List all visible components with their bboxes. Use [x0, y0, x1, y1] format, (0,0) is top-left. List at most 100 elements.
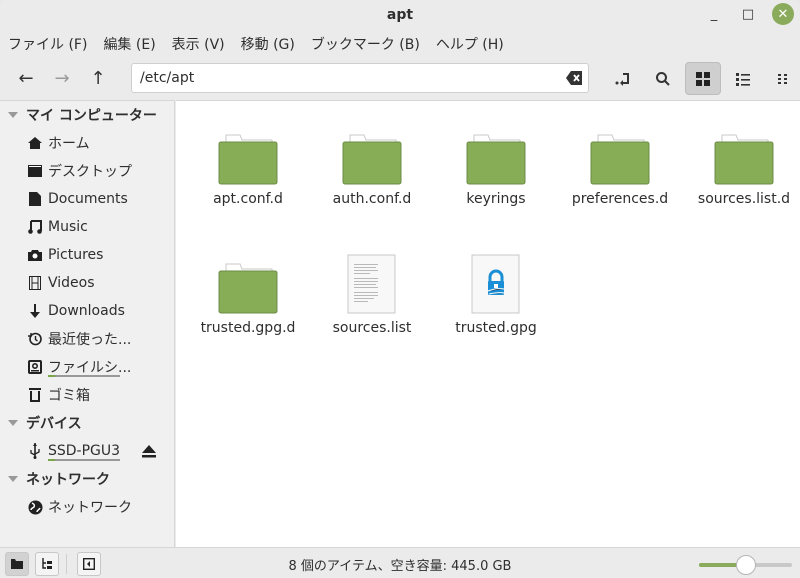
folder-icon	[714, 134, 774, 185]
sidebar-item-label: Downloads	[48, 303, 125, 319]
menu-file[interactable]: ファイル (F)	[8, 34, 93, 54]
section-my-computer[interactable]: マイ コンピューター	[0, 101, 174, 129]
file-item[interactable]: sources.list.d	[689, 123, 799, 207]
sidebar-item-label: Pictures	[48, 247, 104, 263]
compact-view-icon	[778, 73, 787, 84]
sidebar-item-label: Documents	[48, 191, 128, 207]
file-name: sources.list.d	[697, 191, 791, 207]
sidebar-item-label: ファイルシ...	[48, 360, 132, 376]
expander-icon	[8, 476, 18, 482]
file-name: preferences.d	[571, 191, 669, 207]
file-name: sources.list	[332, 320, 412, 336]
sidebar-item-filesystem[interactable]: ファイルシ...	[0, 353, 174, 381]
list-view-button[interactable]	[725, 62, 761, 95]
location-bar[interactable]: /etc/apt	[131, 63, 589, 93]
menu-help[interactable]: ヘルプ (H)	[436, 34, 510, 54]
sidebar-item-label: デスクトップ	[48, 164, 132, 180]
sidebar-item-label: ホーム	[48, 136, 90, 152]
file-item[interactable]: keyrings	[441, 123, 551, 207]
document-icon	[27, 191, 43, 207]
sidebar-item-pictures[interactable]: Pictures	[0, 241, 174, 269]
file-manager-window: apt _ □ ✕ ファイル (F) 編集 (E) 表示 (V) 移動 (G) …	[0, 0, 800, 578]
file-view: apt.conf.d auth.conf.d keyrings preferences…	[176, 100, 800, 547]
gpg-key-icon	[471, 254, 520, 314]
menu-go[interactable]: 移動 (G)	[241, 34, 301, 54]
sidebar-item-network[interactable]: ネットワーク	[0, 493, 174, 521]
grid-view-icon	[696, 71, 710, 86]
icon-view-button[interactable]	[685, 62, 721, 95]
section-network[interactable]: ネットワーク	[0, 465, 174, 493]
compact-view-button[interactable]	[765, 62, 800, 95]
menu-bookmarks[interactable]: ブックマーク (B)	[311, 34, 426, 54]
expander-icon	[8, 420, 18, 426]
file-name: auth.conf.d	[332, 191, 412, 207]
sidebar-item-downloads[interactable]: Downloads	[0, 297, 174, 325]
network-icon	[27, 499, 43, 515]
file-item[interactable]: trusted.gpg.d	[193, 252, 303, 336]
window-title: apt	[386, 7, 414, 23]
film-icon	[27, 275, 43, 291]
section-label: デバイス	[26, 416, 82, 432]
forward-button[interactable]: →	[44, 62, 80, 94]
folder-icon	[218, 134, 278, 185]
sidebar-item-label: ネットワーク	[48, 500, 132, 516]
usb-icon	[27, 443, 43, 459]
disk-usage-bar	[48, 459, 120, 461]
file-name: trusted.gpg.d	[200, 320, 296, 336]
clear-location-icon[interactable]	[566, 71, 582, 85]
location-toggle-icon	[615, 72, 629, 86]
folder-icon	[342, 134, 402, 185]
disk-usage-bar	[48, 375, 120, 377]
file-name: apt.conf.d	[213, 191, 283, 207]
file-item[interactable]: sources.list	[317, 252, 427, 336]
sidebar-item-documents[interactable]: Documents	[0, 185, 174, 213]
menubar: ファイル (F) 編集 (E) 表示 (V) 移動 (G) ブックマーク (B)…	[0, 30, 800, 58]
sidebar-item-music[interactable]: Music	[0, 213, 174, 241]
sidebar-item-recent[interactable]: 最近使った...	[0, 325, 174, 353]
file-item[interactable]: preferences.d	[565, 123, 675, 207]
sidebar-item-label: 最近使った...	[48, 332, 132, 348]
folder-icon	[466, 134, 526, 185]
file-item[interactable]: apt.conf.d	[193, 123, 303, 207]
file-name: keyrings	[466, 191, 526, 207]
up-button[interactable]: ↑	[80, 62, 116, 94]
status-text: 8 個のアイテム、空き容量: 445.0 GB	[288, 559, 512, 574]
statusbar: 8 個のアイテム、空き容量: 445.0 GB	[0, 547, 800, 578]
menu-edit[interactable]: 編集 (E)	[103, 34, 161, 54]
eject-icon[interactable]	[141, 444, 157, 458]
maximize-button[interactable]: □	[738, 3, 758, 25]
sidebar-item-label: Music	[48, 219, 88, 235]
section-label: マイ コンピューター	[26, 108, 157, 124]
sidebar-item-label: SSD-PGU3	[48, 443, 121, 459]
text-file-icon	[347, 254, 396, 314]
folder-icon	[590, 134, 650, 185]
close-button[interactable]: ✕	[772, 3, 794, 25]
section-label: ネットワーク	[26, 472, 110, 488]
sidebar-item-trash[interactable]: ゴミ箱	[0, 381, 174, 409]
list-view-icon	[736, 72, 750, 86]
sidebar-item-label: ゴミ箱	[48, 388, 90, 404]
sidebar-item-home[interactable]: ホーム	[0, 129, 174, 157]
drive-icon	[27, 359, 43, 375]
sidebar-item-desktop[interactable]: デスクトップ	[0, 157, 174, 185]
file-name: trusted.gpg	[455, 320, 537, 336]
camera-icon	[27, 247, 43, 263]
home-icon	[27, 135, 43, 151]
sidebar-item-videos[interactable]: Videos	[0, 269, 174, 297]
titlebar: apt _ □ ✕	[0, 0, 800, 30]
file-item[interactable]: auth.conf.d	[317, 123, 427, 207]
desktop-icon	[27, 163, 43, 179]
minimize-button[interactable]: _	[704, 3, 724, 25]
section-devices[interactable]: デバイス	[0, 409, 174, 437]
zoom-slider[interactable]	[699, 555, 792, 575]
toggle-location-button[interactable]	[605, 62, 641, 95]
search-icon	[656, 71, 670, 86]
zoom-slider-thumb[interactable]	[735, 555, 756, 575]
back-button[interactable]: ←	[8, 62, 44, 94]
search-button[interactable]	[645, 62, 681, 95]
file-item[interactable]: trusted.gpg	[441, 252, 551, 336]
trash-icon	[27, 387, 43, 403]
sidebar-item-usb-drive[interactable]: SSD-PGU3	[0, 437, 174, 465]
recent-icon	[27, 331, 43, 347]
menu-view[interactable]: 表示 (V)	[172, 34, 231, 54]
